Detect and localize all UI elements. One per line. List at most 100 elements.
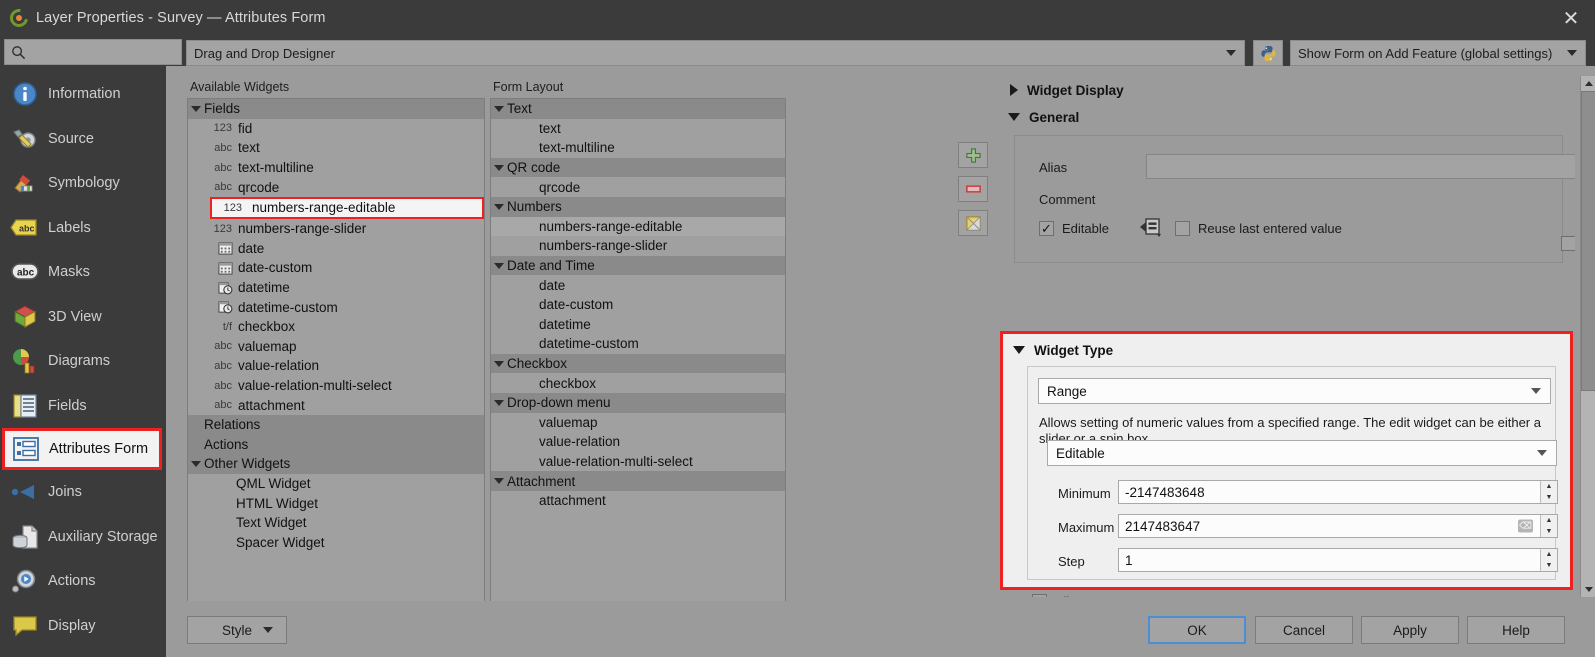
tree-row[interactable]: Drop-down menu [491,392,785,413]
properties-scrollbar[interactable] [1580,76,1595,597]
tree-row[interactable]: Numbers [491,196,785,217]
tree-row[interactable]: Fields [188,99,484,119]
tree-row[interactable]: value-relation-multi-select [491,452,785,472]
tree-row[interactable]: datetime-custom [491,334,785,354]
close-icon[interactable]: ✕ [1547,0,1595,36]
tree-row[interactable]: numbers-range-editable [491,216,785,237]
tree-row[interactable]: Text Widget [188,513,484,533]
chevron-down-icon[interactable] [188,105,204,112]
editable-checkbox[interactable] [1039,221,1054,236]
tree-row[interactable]: HTML Widget [188,493,484,513]
tree-row[interactable]: QML Widget [188,474,484,494]
label-on-top-checkbox[interactable] [1561,236,1575,251]
tree-row[interactable]: Relations [188,414,484,435]
tree-row[interactable]: 123 fid [188,119,484,139]
sidebar-item-masks[interactable]: abc Masks [0,250,166,295]
tree-row[interactable]: checkbox [491,373,785,393]
search-input[interactable] [31,44,171,60]
tree-row[interactable]: text [491,119,785,139]
tree-row[interactable]: abc attachment [188,395,484,415]
cancel-button[interactable]: Cancel [1255,616,1353,644]
remove-button[interactable] [958,176,988,202]
step-spinbox[interactable]: 1 ▲ ▼ [1118,548,1558,572]
sidebar-item-auxiliary-storage[interactable]: Auxiliary Storage [0,515,166,560]
scrollbar-thumb[interactable] [1581,91,1595,391]
chevron-down-icon[interactable] [491,360,507,367]
tree-row[interactable]: numbers-range-slider [491,236,785,256]
form-behavior-combo[interactable]: Show Form on Add Feature (global setting… [1290,40,1586,66]
clear-icon[interactable]: ⌫ [1518,519,1533,533]
sidebar-item-attributes-form[interactable]: Attributes Form [2,428,162,470]
scroll-up-icon[interactable] [1581,76,1595,91]
tree-row[interactable]: Spacer Widget [188,532,484,552]
scroll-down-icon[interactable] [1581,582,1595,597]
sidebar-item-actions[interactable]: Actions [0,559,166,604]
chevron-down-icon[interactable] [491,105,507,112]
chevron-down-icon[interactable] [491,478,507,485]
tree-row[interactable]: Attachment [491,471,785,491]
section-general[interactable]: General [992,104,1575,130]
tree-row[interactable]: datetime [491,315,785,335]
tree-row[interactable]: date-custom [188,258,484,278]
tree-row[interactable]: abc value-relation-multi-select [188,376,484,396]
tree-row[interactable]: date-custom [491,295,785,315]
apply-button[interactable]: Apply [1361,616,1459,644]
tree-row[interactable]: QR code [491,157,785,178]
tree-row[interactable]: abc value-relation [188,356,484,376]
tree-row[interactable]: datetime-custom [188,297,484,317]
tree-row[interactable]: text-multiline [491,138,785,158]
tree-row[interactable]: attachment [491,491,785,511]
designer-mode-combo[interactable]: Drag and Drop Designer [186,40,1245,66]
ok-button[interactable]: OK [1148,616,1246,644]
sidebar-item-joins[interactable]: Joins [0,470,166,515]
sidebar-item-symbology[interactable]: Symbology [0,161,166,206]
widget-mode-combo[interactable]: Editable [1047,440,1557,466]
tree-row[interactable]: qrcode [491,177,785,197]
help-button[interactable]: Help [1467,616,1565,644]
chevron-down-icon[interactable] [491,399,507,406]
tree-row[interactable]: Other Widgets [188,454,484,474]
reuse-last-value-checkbox[interactable] [1175,221,1190,236]
form-layout-tree[interactable]: Text text text-multiline QR code qrcode Numbe… [490,98,786,619]
sidebar-item-fields[interactable]: Fields [0,384,166,429]
minimum-spinbox[interactable]: -2147483648 ▲ ▼ [1118,480,1558,504]
tree-row[interactable]: Date and Time [491,255,785,276]
tree-row[interactable]: date [188,239,484,259]
sidebar-search[interactable] [4,39,182,65]
chevron-down-icon[interactable] [188,460,204,467]
alias-input[interactable] [1146,154,1575,179]
tree-row[interactable]: abc qrcode [188,177,484,197]
section-widget-display[interactable]: Widget Display [992,76,1575,104]
tree-row[interactable]: t/f checkbox [188,317,484,337]
tree-row[interactable]: abc text-multiline [188,158,484,178]
tree-row[interactable]: 123 numbers-range-slider [188,219,484,239]
tree-row[interactable]: value-relation [491,432,785,452]
tree-row[interactable]: Text [491,99,785,119]
python-init-button[interactable] [1253,40,1283,66]
allow-null-checkbox[interactable] [1032,594,1047,597]
add-container-button[interactable] [958,142,988,168]
sidebar-item-labels[interactable]: abc Labels [0,206,166,251]
chevron-down-icon[interactable] [491,262,507,269]
maximum-stepper[interactable]: ▲ ▼ [1540,515,1557,537]
chevron-down-icon[interactable] [491,203,507,210]
available-widgets-tree[interactable]: Fields 123 fid abc text abc text-multiline abc q… [187,98,485,619]
style-button[interactable]: Style [187,616,287,644]
sidebar-item-source[interactable]: Source [0,117,166,162]
edit-button[interactable] [958,210,988,236]
sidebar-item-display[interactable]: Display [0,604,166,649]
tree-row[interactable]: abc valuemap [188,337,484,357]
sidebar-item-3d-view[interactable]: 3D View [0,295,166,340]
editable-data-define-override-icon[interactable] [1137,216,1163,243]
widget-type-combo[interactable]: Range [1038,378,1551,404]
tree-row[interactable]: Actions [188,434,484,455]
sidebar-item-diagrams[interactable]: Diagrams [0,339,166,384]
tree-row[interactable]: date [491,275,785,295]
tree-row[interactable]: valuemap [491,413,785,433]
tree-row[interactable]: datetime [188,278,484,298]
step-stepper[interactable]: ▲ ▼ [1540,549,1557,571]
tree-row[interactable]: Checkbox [491,353,785,374]
section-widget-type[interactable]: Widget Type [1003,336,1570,364]
sidebar-item-information[interactable]: Information [0,72,166,117]
tree-row-selected[interactable]: 123 numbers-range-editable [210,196,484,219]
